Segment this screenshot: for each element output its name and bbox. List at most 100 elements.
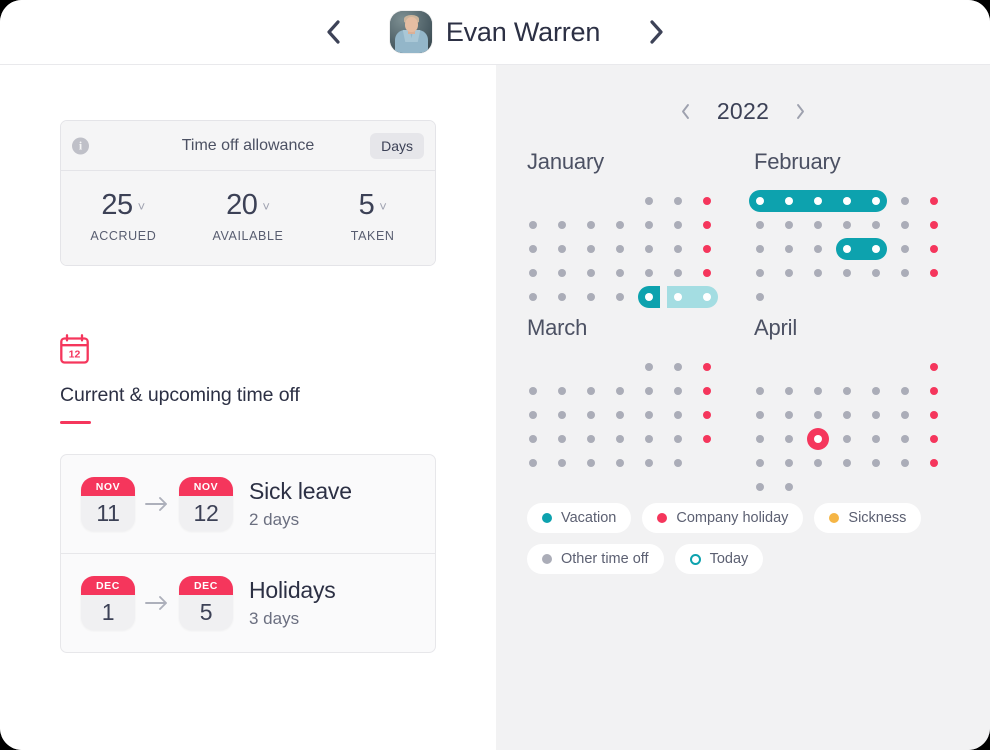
day-dot[interactable] <box>616 245 624 253</box>
day-dot[interactable] <box>785 459 793 467</box>
day-dot[interactable] <box>785 245 793 253</box>
day-dot[interactable] <box>814 245 822 253</box>
list-item[interactable]: NOV 11 NOV 12 Sick leave 2 days <box>61 455 435 553</box>
unit-toggle-days[interactable]: Days <box>370 132 424 159</box>
day-dot[interactable] <box>587 459 595 467</box>
day-dot[interactable] <box>674 221 682 229</box>
day-dot[interactable] <box>529 435 537 443</box>
day-dot[interactable] <box>756 435 764 443</box>
day-dot[interactable] <box>872 269 880 277</box>
day-dot[interactable] <box>756 459 764 467</box>
day-dot[interactable] <box>930 435 938 443</box>
day-dot[interactable] <box>645 197 653 205</box>
day-dot[interactable] <box>558 269 566 277</box>
day-dot[interactable] <box>843 459 851 467</box>
day-dot[interactable] <box>558 221 566 229</box>
day-dot[interactable] <box>930 363 938 371</box>
info-icon[interactable]: i <box>72 137 89 154</box>
day-dot[interactable] <box>645 459 653 467</box>
day-dot[interactable] <box>645 435 653 443</box>
day-dot[interactable] <box>645 221 653 229</box>
day-dot[interactable] <box>703 221 711 229</box>
legend-item-other-time-off[interactable]: Other time off <box>527 544 664 574</box>
employee-identity[interactable]: Evan Warren <box>358 11 632 53</box>
time-off-range-teal[interactable] <box>836 238 887 260</box>
day-dot[interactable] <box>872 411 880 419</box>
day-dot[interactable] <box>587 293 595 301</box>
day-dot[interactable] <box>785 387 793 395</box>
day-dot[interactable] <box>587 435 595 443</box>
day-dot[interactable] <box>901 435 909 443</box>
day-dot[interactable] <box>756 269 764 277</box>
day-dot[interactable] <box>616 269 624 277</box>
day-dot[interactable] <box>872 221 880 229</box>
day-dot[interactable] <box>785 411 793 419</box>
day-dot[interactable] <box>930 387 938 395</box>
day-dot[interactable] <box>756 293 764 301</box>
day-dot[interactable] <box>756 483 764 491</box>
legend-item-today[interactable]: Today <box>674 544 764 574</box>
day-dot[interactable] <box>587 245 595 253</box>
previous-year-button[interactable] <box>677 103 695 121</box>
day-dot[interactable] <box>814 221 822 229</box>
day-dot[interactable] <box>674 245 682 253</box>
day-dot[interactable] <box>756 245 764 253</box>
day-dot[interactable] <box>558 293 566 301</box>
day-dot[interactable] <box>843 221 851 229</box>
day-dot[interactable] <box>843 435 851 443</box>
day-dot[interactable] <box>703 411 711 419</box>
day-dot[interactable] <box>645 269 653 277</box>
day-dot[interactable] <box>901 221 909 229</box>
day-dot[interactable] <box>645 411 653 419</box>
day-dot[interactable] <box>901 269 909 277</box>
day-dot[interactable] <box>529 293 537 301</box>
day-dot[interactable] <box>756 221 764 229</box>
day-dot[interactable] <box>529 459 537 467</box>
day-dot[interactable] <box>703 269 711 277</box>
day-dot[interactable] <box>529 221 537 229</box>
stat-accrued[interactable]: 25 ˅ ACCRUED <box>61 189 186 243</box>
day-dot[interactable] <box>930 269 938 277</box>
day-dot[interactable] <box>616 435 624 443</box>
day-dot[interactable] <box>843 411 851 419</box>
day-dot[interactable] <box>616 411 624 419</box>
day-dot[interactable] <box>674 197 682 205</box>
day-dot[interactable] <box>674 459 682 467</box>
day-dot[interactable] <box>901 459 909 467</box>
day-dot[interactable] <box>930 221 938 229</box>
day-dot[interactable] <box>558 435 566 443</box>
list-item[interactable]: DEC 1 DEC 5 Holidays 3 days <box>61 553 435 652</box>
next-employee-button[interactable] <box>632 8 680 56</box>
day-dot[interactable] <box>616 459 624 467</box>
day-dot[interactable] <box>703 363 711 371</box>
day-dot[interactable] <box>674 269 682 277</box>
day-dot[interactable] <box>785 435 793 443</box>
day-dot[interactable] <box>703 435 711 443</box>
day-dot[interactable] <box>814 459 822 467</box>
day-dot[interactable] <box>901 411 909 419</box>
stat-available[interactable]: 20 ˅ AVAILABLE <box>186 189 311 243</box>
day-dot[interactable] <box>529 269 537 277</box>
day-dot[interactable] <box>529 387 537 395</box>
day-dot[interactable] <box>872 459 880 467</box>
day-dot[interactable] <box>616 293 624 301</box>
day-dot[interactable] <box>674 363 682 371</box>
previous-employee-button[interactable] <box>310 8 358 56</box>
day-dot[interactable] <box>674 411 682 419</box>
day-dot[interactable] <box>529 245 537 253</box>
day-dot[interactable] <box>703 387 711 395</box>
day-dot[interactable] <box>703 197 711 205</box>
stat-taken[interactable]: 5 ˅ TAKEN <box>310 189 435 243</box>
day-dot[interactable] <box>872 435 880 443</box>
day-dot[interactable] <box>930 459 938 467</box>
day-dot[interactable] <box>674 387 682 395</box>
day-dot[interactable] <box>756 411 764 419</box>
day-dot[interactable] <box>785 483 793 491</box>
day-dot[interactable] <box>616 221 624 229</box>
day-dot[interactable] <box>558 387 566 395</box>
day-dot[interactable] <box>843 387 851 395</box>
day-dot[interactable] <box>872 387 880 395</box>
day-dot[interactable] <box>645 245 653 253</box>
day-dot[interactable] <box>901 245 909 253</box>
day-dot[interactable] <box>674 435 682 443</box>
